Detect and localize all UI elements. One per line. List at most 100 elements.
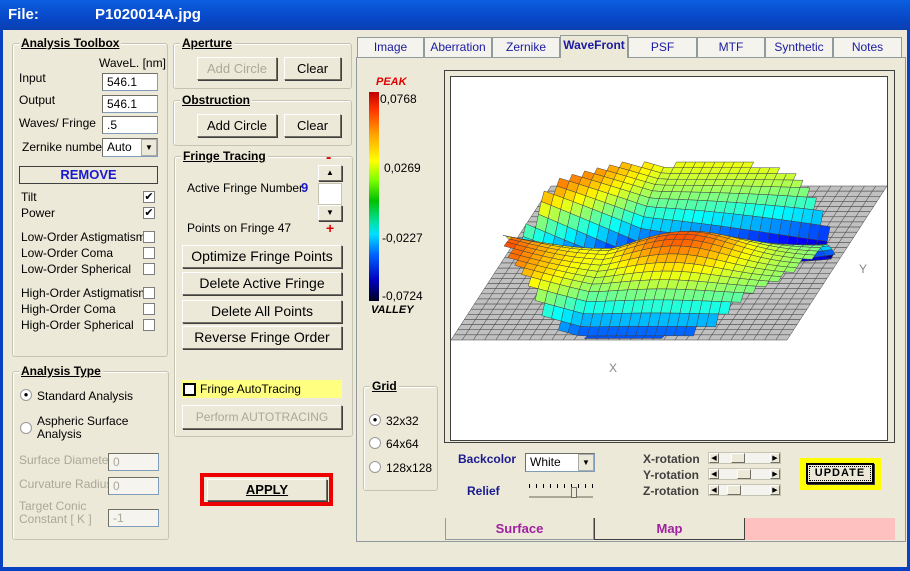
points-on-fringe: Points on Fringe 47 xyxy=(187,221,292,235)
surface-diameter-label: Surface Diameter xyxy=(19,453,113,467)
zernike-number-label: Zernike number xyxy=(22,140,107,154)
aperture-clear-button[interactable]: Clear xyxy=(284,57,341,80)
fringe-autotracing-checkbox[interactable] xyxy=(183,383,196,396)
zernike-number-value: Auto xyxy=(107,140,132,154)
x-rotation-scrollbar[interactable]: ◀ ▶ xyxy=(708,452,781,464)
standard-analysis-radio[interactable]: ● xyxy=(20,389,32,401)
aspheric-analysis-label: Aspheric Surface Analysis xyxy=(37,414,129,441)
fringe-spinner-track[interactable] xyxy=(318,183,342,205)
apply-button[interactable]: APPLY xyxy=(207,479,327,501)
surface-tab[interactable]: Surface xyxy=(445,518,594,540)
remove-item-checkbox[interactable] xyxy=(143,303,155,315)
title-bar: File: P1020014A.jpg xyxy=(0,0,910,30)
chevron-down-icon[interactable]: ▼ xyxy=(578,454,594,471)
grid-32-radio[interactable]: ● xyxy=(369,414,381,426)
remove-header: REMOVE xyxy=(19,166,158,184)
file-label: File: xyxy=(8,6,39,23)
delete-active-fringe-button[interactable]: Delete Active Fringe xyxy=(182,272,342,295)
arrow-left-icon[interactable]: ◀ xyxy=(709,453,719,463)
grid-128-radio[interactable] xyxy=(369,461,381,473)
arrow-up-icon: ▲ xyxy=(326,168,334,177)
apply-highlight: APPLY xyxy=(200,473,333,506)
remove-item-checkbox[interactable] xyxy=(143,319,155,331)
fringe-autotracing-label: Fringe AutoTracing xyxy=(200,382,301,396)
target-conic-field[interactable]: -1 xyxy=(108,509,159,527)
y-rotation-label: Y-rotation xyxy=(643,468,699,482)
curvature-radius-label: Curvature Radius xyxy=(19,477,113,491)
arrow-left-icon[interactable]: ◀ xyxy=(709,485,719,495)
remove-item-checkbox[interactable] xyxy=(143,247,155,259)
relief-slider-thumb[interactable] xyxy=(570,487,577,498)
surface-diameter-field[interactable]: 0 xyxy=(108,453,159,471)
reverse-fringe-order-button[interactable]: Reverse Fringe Order xyxy=(182,326,342,349)
wavefront-surface xyxy=(450,161,888,341)
scroll-thumb[interactable] xyxy=(731,453,745,463)
plot-frame xyxy=(444,70,895,443)
delete-all-points-button[interactable]: Delete All Points xyxy=(182,300,342,323)
arrow-right-icon[interactable]: ▶ xyxy=(770,485,780,495)
plus-indicator: + xyxy=(326,220,335,236)
scroll-thumb[interactable] xyxy=(727,485,741,495)
y-axis-label: Y xyxy=(859,262,868,276)
backcolor-value: White xyxy=(530,455,561,469)
remove-item-label: Low-Order Spherical xyxy=(21,262,132,276)
input-label: Input xyxy=(19,71,46,85)
window-border xyxy=(0,567,910,571)
curvature-radius-field[interactable]: 0 xyxy=(108,477,159,495)
remove-item-checkbox[interactable]: ✔ xyxy=(143,191,155,203)
waves-fringe-field[interactable]: .5 xyxy=(102,116,158,134)
obstruction-add-circle-button[interactable]: Add Circle xyxy=(197,114,277,137)
remove-item-label: Power xyxy=(21,206,56,220)
backcolor-select[interactable]: White ▼ xyxy=(525,453,595,472)
analysis-type-title: Analysis Type xyxy=(19,364,103,378)
grid-title: Grid xyxy=(370,379,399,393)
tab-synthetic[interactable]: Synthetic xyxy=(765,37,833,57)
tab-wavefront[interactable]: WaveFront xyxy=(560,35,628,58)
remove-item-checkbox[interactable] xyxy=(143,263,155,275)
tab-image[interactable]: Image xyxy=(357,37,424,57)
remove-item-checkbox[interactable] xyxy=(143,287,155,299)
input-wavelength-field[interactable]: 546.1 xyxy=(102,73,158,91)
perform-autotracing-button[interactable]: Perform AUTOTRACING xyxy=(182,405,342,429)
chevron-down-icon[interactable]: ▼ xyxy=(141,139,157,156)
colorbar-tick: 0,0768 xyxy=(380,92,417,106)
arrow-left-icon[interactable]: ◀ xyxy=(709,469,719,479)
fringe-up-button[interactable]: ▲ xyxy=(318,165,342,181)
target-conic-label: Target Conic Constant [ K ] xyxy=(19,499,92,526)
obstruction-clear-button[interactable]: Clear xyxy=(284,114,341,137)
zernike-number-select[interactable]: Auto ▼ xyxy=(102,138,158,157)
fringe-autotracing-row[interactable]: Fringe AutoTracing xyxy=(182,380,342,398)
aspheric-analysis-radio[interactable] xyxy=(20,422,32,434)
wavelength-header: WaveL. [nm] xyxy=(99,56,166,70)
update-button[interactable]: UPDATE xyxy=(806,463,874,484)
y-rotation-scrollbar[interactable]: ◀ ▶ xyxy=(708,468,781,480)
relief-slider[interactable] xyxy=(529,484,593,498)
arrow-right-icon[interactable]: ▶ xyxy=(770,469,780,479)
grid-64-radio[interactable] xyxy=(369,437,381,449)
map-tab[interactable]: Map xyxy=(594,518,745,540)
remove-item-checkbox[interactable]: ✔ xyxy=(143,207,155,219)
tab-notes[interactable]: Notes xyxy=(833,37,902,57)
plot-canvas[interactable] xyxy=(450,76,888,441)
aperture-add-circle-button[interactable]: Add Circle xyxy=(197,57,277,80)
scroll-thumb[interactable] xyxy=(737,469,751,479)
colorbar xyxy=(369,92,379,301)
z-rotation-scrollbar[interactable]: ◀ ▶ xyxy=(708,484,781,496)
remove-item-checkbox[interactable] xyxy=(143,231,155,243)
tab-psf[interactable]: PSF xyxy=(628,37,697,57)
valley-label: VALLEY xyxy=(371,304,414,316)
obstruction-title: Obstruction xyxy=(180,93,252,107)
file-name: P1020014A.jpg xyxy=(95,6,201,23)
window-border xyxy=(0,30,3,571)
backcolor-label: Backcolor xyxy=(458,452,517,466)
optimize-fringe-points-button[interactable]: Optimize Fringe Points xyxy=(182,245,342,268)
tab-zernike[interactable]: Zernike xyxy=(492,37,560,57)
tab-mtf[interactable]: MTF xyxy=(697,37,765,57)
arrow-right-icon[interactable]: ▶ xyxy=(770,453,780,463)
tab-aberration[interactable]: Aberration xyxy=(424,37,492,57)
fringe-down-button[interactable]: ▼ xyxy=(318,205,342,221)
waves-fringe-label: Waves/ Fringe xyxy=(19,116,96,130)
colorbar-tick: 0,0269 xyxy=(384,161,421,175)
colorbar-tick: -0,0724 xyxy=(382,289,423,303)
output-wavelength-field[interactable]: 546.1 xyxy=(102,95,158,113)
